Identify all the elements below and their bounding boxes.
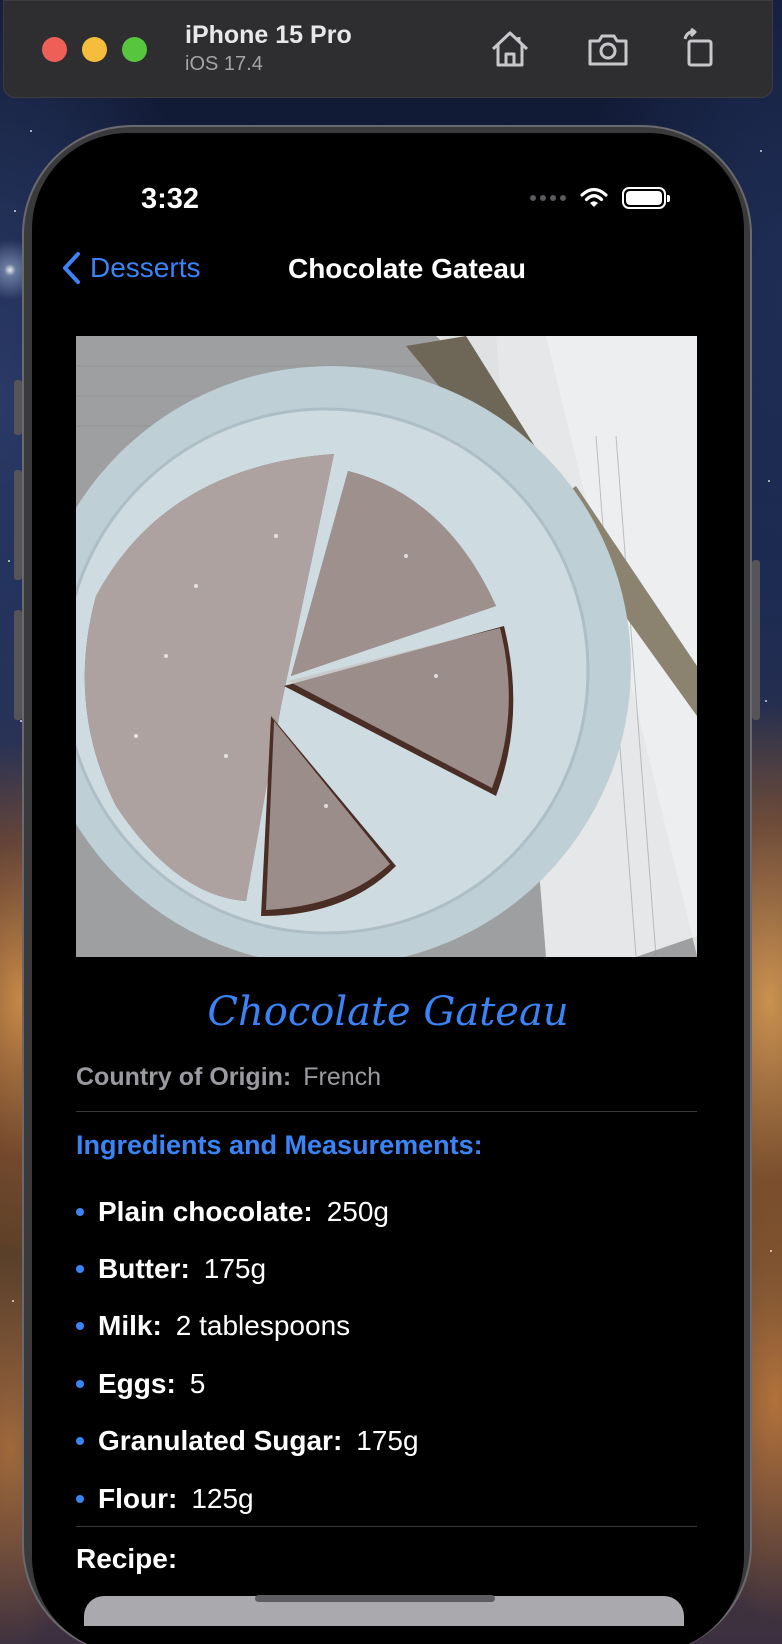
close-window-button[interactable] xyxy=(42,37,67,62)
wifi-icon xyxy=(580,187,608,207)
bullet-icon xyxy=(76,1322,84,1331)
home-indicator[interactable] xyxy=(255,1595,495,1602)
action-button xyxy=(14,380,22,435)
cellular-signal-icon xyxy=(530,195,566,201)
volume-up-button xyxy=(14,470,22,580)
divider xyxy=(76,1526,697,1527)
bullet-icon xyxy=(76,1265,84,1274)
minimize-window-button[interactable] xyxy=(82,37,107,62)
ingredient-item: Flour: 125g xyxy=(76,1470,419,1527)
ingredients-list: Plain chocolate: 250g Butter: 175g Milk:… xyxy=(76,1183,419,1527)
nav-title: Chocolate Gateau xyxy=(287,253,527,284)
ingredient-item: Granulated Sugar: 175g xyxy=(76,1413,419,1470)
rotate-icon[interactable] xyxy=(679,27,723,71)
country-of-origin: Country of Origin: French xyxy=(76,1063,381,1092)
meal-image xyxy=(76,336,697,957)
os-version: iOS 17.4 xyxy=(185,53,263,75)
phone-screen: 3:32 Desserts Chocolate Gateau Chocolate… xyxy=(32,133,744,1644)
bullet-icon xyxy=(76,1494,84,1503)
zoom-window-button[interactable] xyxy=(122,37,147,62)
bullet-icon xyxy=(76,1437,84,1446)
bullet-icon xyxy=(76,1207,84,1216)
bullet-icon xyxy=(76,1379,84,1388)
home-icon[interactable] xyxy=(488,27,532,71)
ingredient-item: Milk: 2 tablespoons xyxy=(76,1298,419,1355)
status-indicators xyxy=(530,187,670,209)
ingredients-heading: Ingredients and Measurements: xyxy=(76,1130,483,1160)
device-name: iPhone 15 Pro xyxy=(185,21,352,49)
ingredient-item: Eggs: 5 xyxy=(76,1355,419,1412)
status-time: 3:32 xyxy=(141,183,200,215)
origin-label: Country of Origin: xyxy=(76,1063,292,1091)
divider xyxy=(76,1111,697,1112)
simulator-toolbar: iPhone 15 Pro iOS 17.4 xyxy=(3,0,773,98)
screenshot-camera-icon[interactable] xyxy=(586,27,630,71)
meal-title: Chocolate Gateau xyxy=(207,989,569,1035)
ingredient-item: Plain chocolate: 250g xyxy=(76,1183,419,1240)
volume-down-button xyxy=(14,610,22,720)
recipe-heading: Recipe: xyxy=(76,1543,178,1574)
ingredient-item: Butter: 175g xyxy=(76,1240,419,1297)
battery-icon xyxy=(622,187,670,209)
origin-value: French xyxy=(303,1063,382,1091)
power-button xyxy=(752,560,760,720)
